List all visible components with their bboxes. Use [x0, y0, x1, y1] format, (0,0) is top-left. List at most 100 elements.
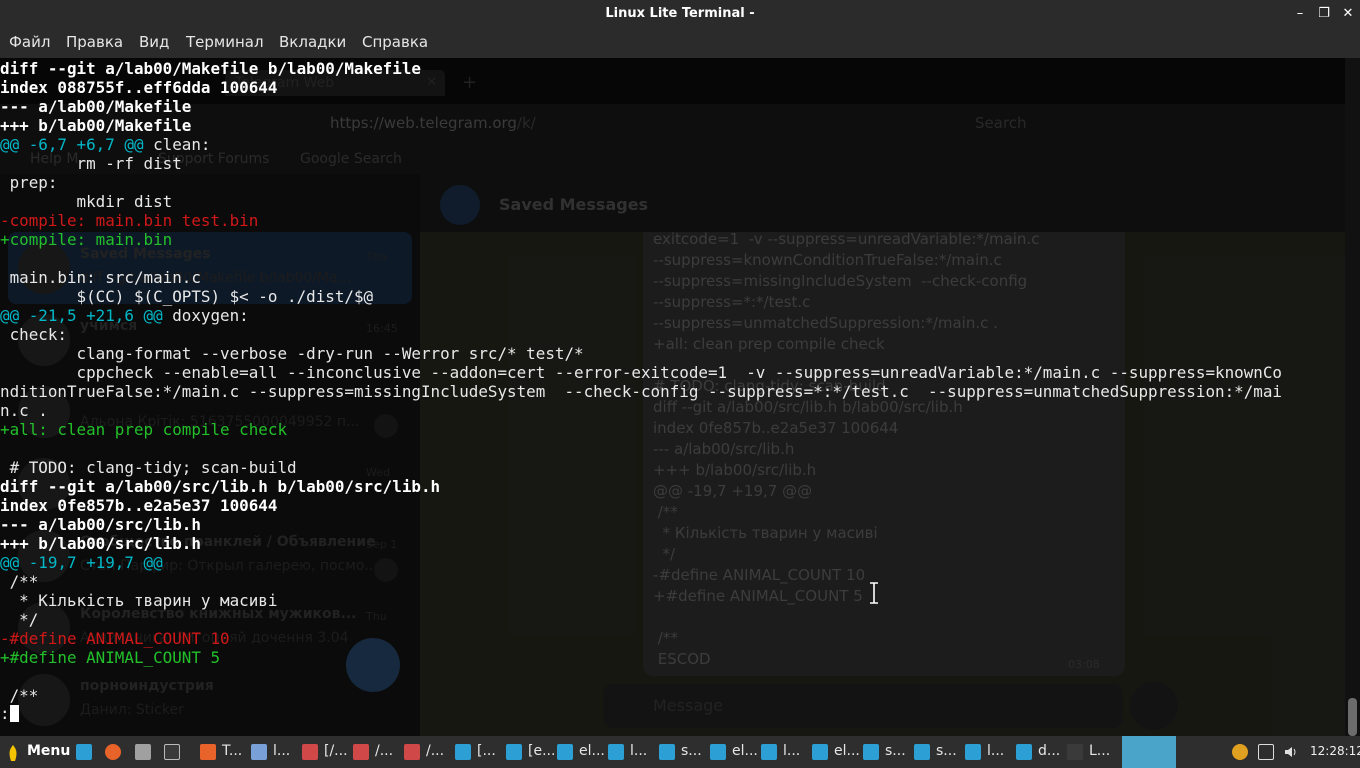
scrollbar-thumb[interactable] — [1348, 698, 1357, 736]
taskbar-window-icon[interactable] — [608, 744, 624, 760]
chat-preview: Данил: Sticker — [80, 702, 184, 718]
prompt-char: : — [0, 704, 10, 723]
taskbar-window-button[interactable]: [... — [477, 743, 496, 759]
taskbar-window-icon[interactable] — [659, 744, 675, 760]
taskbar-window-button[interactable]: el... — [732, 743, 758, 759]
terminal-line: diff --git a/lab00/Makefile b/lab00/Make… — [0, 59, 421, 78]
message-line: --suppress=unmatchedSuppression:*/main.c… — [653, 314, 998, 332]
linux-lite-logo-icon[interactable] — [7, 744, 19, 762]
terminal-line: clang-format --verbose -dry-run --Werror… — [0, 344, 584, 363]
taskbar-window-icon[interactable] — [404, 744, 420, 760]
taskbar-window-button[interactable]: s... — [885, 743, 906, 759]
message-line: @@ -19,7 +19,7 @@ — [653, 482, 813, 500]
window-title: Linux Lite Terminal - — [605, 6, 755, 21]
taskbar-window-button[interactable]: el... — [834, 743, 860, 759]
taskbar-window-button[interactable]: [/... — [324, 743, 348, 759]
workspace-switcher-active[interactable] — [1122, 736, 1176, 768]
terminal-line: nditionTrueFalse:*/main.c --suppress=mis… — [0, 382, 1282, 401]
message-line: --suppress=knownConditionTrueFalse:*/mai… — [653, 251, 1002, 269]
browser-search-placeholder: Search — [975, 114, 1027, 132]
taskbar-window-icon[interactable] — [914, 744, 930, 760]
menu-edit[interactable]: Правка — [66, 33, 123, 51]
terminal-line: $(CC) $(C_OPTS) $< -o ./dist/$@ — [0, 287, 374, 306]
chat-name: порноиндустрия — [80, 678, 214, 694]
taskbar-window-icon[interactable] — [455, 744, 471, 760]
taskbar-window-button[interactable]: l... — [630, 743, 647, 759]
taskbar-window-button[interactable]: [e... — [528, 743, 555, 759]
taskbar-window-button[interactable]: T... — [222, 743, 242, 759]
taskbar-window-icon[interactable] — [302, 744, 318, 760]
taskbar-window-button[interactable]: l... — [987, 743, 1004, 759]
taskbar-window-button[interactable]: s... — [681, 743, 702, 759]
terminal-view[interactable]: Telegram Web ✕ + https://web.telegram.or… — [0, 58, 1360, 736]
taskbar-window-button[interactable]: l... — [273, 743, 290, 759]
terminal-scrollbar[interactable] — [1345, 58, 1360, 736]
terminal-line: diff --git a/lab00/src/lib.h b/lab00/src… — [0, 477, 441, 496]
pager-prompt[interactable]: : — [0, 704, 19, 723]
desktop-icon[interactable] — [76, 744, 92, 760]
taskbar-window-icon[interactable] — [506, 744, 522, 760]
menu-terminal[interactable]: Терминал — [186, 33, 264, 51]
message-line: +#define ANIMAL_COUNT 5 — [653, 587, 863, 605]
terminal-launcher-icon[interactable] — [164, 744, 180, 760]
terminal-line: prep: — [0, 173, 58, 192]
terminal-line: /** — [0, 686, 39, 705]
taskbar-window-icon[interactable] — [353, 744, 369, 760]
taskbar-window-icon[interactable] — [812, 744, 828, 760]
taskbar-window-button[interactable]: /... — [426, 743, 444, 759]
taskbar-window-icon[interactable] — [251, 744, 267, 760]
network-icon[interactable] — [1258, 744, 1274, 760]
terminal-line: -#define ANIMAL_COUNT 10 — [0, 629, 230, 648]
terminal-line: check: — [0, 325, 67, 344]
terminal-line: index 0fe857b..e2a5e37 100644 — [0, 496, 278, 515]
taskbar-window-icon[interactable] — [761, 744, 777, 760]
minimize-icon[interactable]: – — [1290, 4, 1310, 24]
file-manager-icon[interactable] — [135, 744, 151, 760]
taskbar-window-icon[interactable] — [1016, 744, 1032, 760]
terminal-line: */ — [0, 610, 39, 629]
taskbar-window-button[interactable]: s... — [936, 743, 957, 759]
firefox-icon[interactable] — [105, 744, 121, 760]
menu-help[interactable]: Справка — [362, 33, 428, 51]
taskbar-window-icon[interactable] — [710, 744, 726, 760]
close-icon[interactable]: ✕ — [1338, 4, 1358, 24]
maximize-icon[interactable]: ❐ — [1314, 4, 1334, 24]
chat-time: 16:45 — [366, 322, 398, 335]
compose-pencil-icon — [346, 638, 400, 692]
terminal-line: # TODO: clang-tidy; scan-build — [0, 458, 297, 477]
terminal-line: rm -rf dist — [0, 154, 182, 173]
clock[interactable]: 12:28:12 — [1310, 744, 1360, 758]
terminal-line: --- a/lab00/Makefile — [0, 97, 192, 116]
volume-icon[interactable] — [1283, 744, 1299, 760]
taskbar-window-button[interactable]: l... — [783, 743, 800, 759]
update-notifier-icon[interactable] — [1232, 744, 1248, 760]
title-bar: Linux Lite Terminal - – ❐ ✕ — [0, 0, 1360, 28]
terminal-line: n.c . — [0, 401, 48, 420]
message-line: exitcode=1 -v --suppress=unreadVariable:… — [653, 230, 1040, 248]
taskbar-window-icon[interactable] — [1067, 744, 1083, 760]
taskbar-window-icon[interactable] — [965, 744, 981, 760]
terminal-line: @@ -6,7 +6,7 @@ clean: — [0, 135, 211, 154]
taskbar-window-button[interactable]: /... — [375, 743, 393, 759]
taskbar-window-button[interactable]: el... — [579, 743, 605, 759]
pin-icon — [374, 414, 398, 438]
taskbar-window-button[interactable]: d... — [1038, 743, 1060, 759]
message-line: * Кількість тварин у масиві — [653, 524, 878, 542]
tab-close-icon: ✕ — [426, 75, 437, 90]
taskbar-window-icon[interactable] — [863, 744, 879, 760]
chat-time: Thu — [366, 610, 387, 623]
taskbar-window-button[interactable]: L... — [1089, 743, 1110, 759]
menu-file[interactable]: Файл — [9, 33, 50, 51]
menu-view[interactable]: Вид — [139, 33, 169, 51]
terminal-line: @@ -19,7 +19,7 @@ — [0, 553, 163, 572]
message-line: --suppress=missingIncludeSystem --check-… — [653, 272, 1028, 290]
menu-tabs[interactable]: Вкладки — [279, 33, 346, 51]
taskbar: Menu T... l... [/... /... /... [... [e... el...… — [0, 736, 1360, 768]
taskbar-window-icon[interactable] — [557, 744, 573, 760]
start-menu-button[interactable]: Menu — [27, 743, 70, 759]
message-line: --- a/lab00/src/lib.h — [653, 440, 795, 458]
menu-bar: Файл Правка Вид Терминал Вкладки Справка — [0, 28, 1360, 58]
terminal-line: @@ -21,5 +21,6 @@ doxygen: — [0, 306, 249, 325]
terminal-line: -compile: main.bin test.bin — [0, 211, 259, 230]
taskbar-window-icon[interactable] — [200, 744, 216, 760]
